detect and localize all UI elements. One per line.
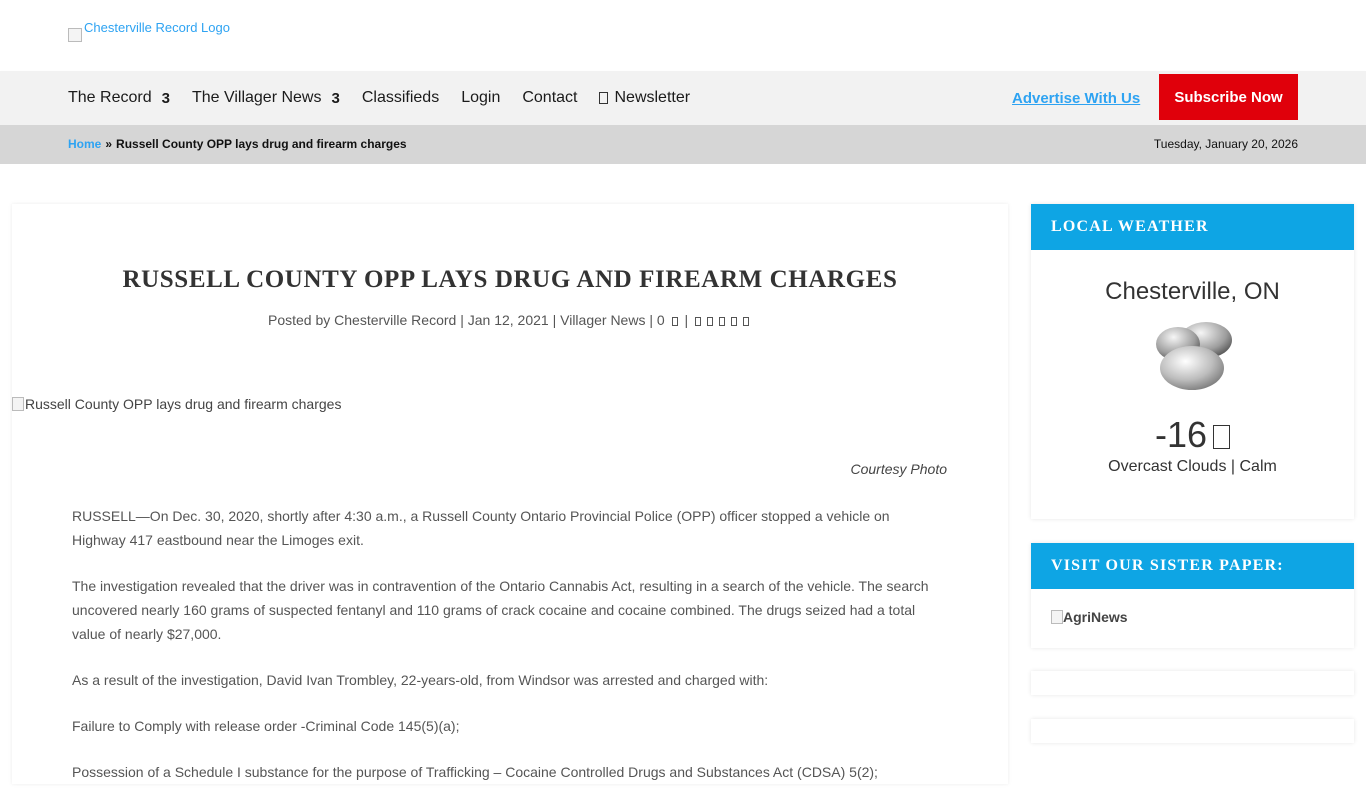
subscribe-button[interactable]: Subscribe Now <box>1159 74 1298 120</box>
article-body: RUSSELL—On Dec. 30, 2020, shortly after … <box>72 504 942 806</box>
star-icon <box>731 316 737 326</box>
dropdown-caret-icon: 3 <box>161 89 170 107</box>
breadcrumb-bar: Home » Russell County OPP lays drug and fi… <box>0 125 1366 164</box>
article-meta: Posted by Chesterville Record | Jan 12, … <box>12 312 1008 328</box>
article-paragraph: The investigation revealed that the driv… <box>72 578 929 642</box>
logo-alt-text: Chesterville Record Logo <box>84 20 230 35</box>
article-image: Russell County OPP lays drug and firearm… <box>12 396 341 412</box>
article-title: RUSSELL COUNTY OPP LAYS DRUG AND FIREARM… <box>122 266 898 293</box>
sister-paper-widget: VISIT OUR SISTER PAPER: AgriNews <box>1031 543 1354 648</box>
nav-item-label: Newsletter <box>614 89 691 106</box>
nav-item-the-record[interactable]: The Record 3 <box>68 89 170 107</box>
nav-item-classifieds[interactable]: Classifieds <box>362 89 439 107</box>
agrinews-alt-text: AgriNews <box>1063 609 1128 625</box>
degree-unit-icon <box>1213 425 1231 449</box>
weather-condition: Overcast Clouds | Calm <box>1108 458 1277 475</box>
nav-item-label: Contact <box>522 89 578 106</box>
breadcrumb: Home » Russell County OPP lays drug and fi… <box>68 137 407 151</box>
star-icon <box>719 316 725 326</box>
nav-item-label: Login <box>461 89 501 106</box>
sister-paper-heading: VISIT OUR SISTER PAPER: <box>1031 543 1354 589</box>
image-alt-text: Russell County OPP lays drug and firearm… <box>25 396 342 412</box>
sidebar-widget-empty <box>1031 671 1354 695</box>
comment-icon <box>671 316 678 326</box>
nav-item-contact[interactable]: Contact <box>522 89 577 107</box>
nav-item-newsletter[interactable]: Newsletter <box>599 89 690 107</box>
comment-count: 0 <box>656 312 665 328</box>
site-logo[interactable]: Chesterville Record Logo <box>68 20 230 42</box>
weather-city: Chesterville, ON <box>1105 278 1280 305</box>
article-card: RUSSELL COUNTY OPP LAYS DRUG AND FIREARM… <box>12 204 1008 784</box>
posted-by-label: Posted by <box>267 312 331 328</box>
breadcrumb-separator: » <box>105 137 113 151</box>
author-link[interactable]: Chesterville Record <box>334 312 456 328</box>
image-caption: Courtesy Photo <box>850 461 948 477</box>
article-paragraph: As a result of the investigation, David … <box>72 672 769 688</box>
star-icon <box>707 316 713 326</box>
weather-widget-heading: LOCAL WEATHER <box>1031 204 1354 250</box>
star-icon <box>695 316 701 326</box>
temperature-value: -16 <box>1154 414 1208 455</box>
post-date: Jan 12, 2021 <box>467 312 549 328</box>
envelope-icon <box>599 92 609 104</box>
breadcrumb-home-link[interactable]: Home <box>68 137 101 151</box>
article-paragraph: RUSSELL—On Dec. 30, 2020, shortly after … <box>72 508 890 548</box>
agrinews-link[interactable]: AgriNews <box>1051 609 1128 625</box>
rating-stars <box>692 312 752 328</box>
breadcrumb-current: Russell County OPP lays drug and firearm… <box>116 137 407 151</box>
weather-temperature: -16 <box>1031 414 1354 456</box>
nav-item-villager-news[interactable]: The Villager News 3 <box>192 89 340 107</box>
category-link[interactable]: Villager News <box>560 312 645 328</box>
star-icon <box>743 316 749 326</box>
nav-item-label: Classifieds <box>361 89 440 106</box>
sidebar-widget-empty <box>1031 719 1354 743</box>
current-date: Tuesday, January 20, 2026 <box>1153 137 1298 151</box>
nav-item-label: The Record <box>68 89 152 106</box>
dropdown-caret-icon: 3 <box>331 89 340 107</box>
header: Chesterville Record Logo <box>0 0 1366 71</box>
cloud-icon <box>1031 318 1354 394</box>
weather-widget: LOCAL WEATHER Chesterville, ON -16 Overc… <box>1031 204 1354 519</box>
broken-image-icon <box>1051 610 1063 624</box>
article-paragraph: Possession of a Schedule I substance for… <box>72 764 878 780</box>
broken-image-icon <box>68 28 82 42</box>
article-paragraph: Failure to Comply with release order -Cr… <box>72 718 460 734</box>
advertise-link[interactable]: Advertise With Us <box>1012 90 1140 107</box>
comments-link[interactable]: 0 <box>657 312 681 328</box>
nav-item-label: The Villager News <box>191 89 322 106</box>
nav-item-login[interactable]: Login <box>461 89 500 107</box>
broken-image-icon <box>12 397 24 411</box>
